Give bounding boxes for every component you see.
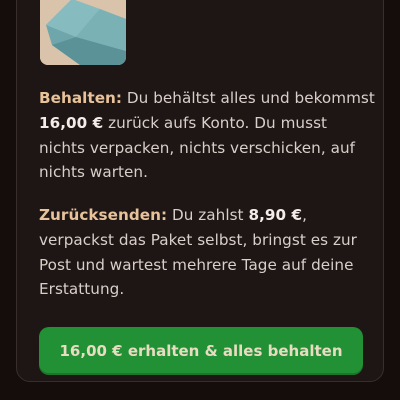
product-thumbnail <box>40 0 126 65</box>
folded-towel-icon <box>40 0 126 65</box>
keep-option-description: Behalten: Du behältst alles und bekommst… <box>39 86 377 185</box>
keep-and-receive-button[interactable]: 16,00 € erhalten & alles behalten <box>39 327 363 375</box>
return-option-description: Zurücksenden: Du zahlst 8,90 €, verpacks… <box>39 203 377 302</box>
keep-option-label: Behalten: <box>39 89 123 107</box>
return-option-text-1: Du zahlst <box>167 206 249 224</box>
return-option-label: Zurücksenden: <box>39 206 168 224</box>
return-option-amount: 8,90 € <box>248 206 303 224</box>
keep-option-text-1: Du behältst alles und bekommst <box>122 89 375 107</box>
offer-card: Behalten: Du behältst alles und bekommst… <box>16 0 384 382</box>
keep-option-amount: 16,00 € <box>39 113 104 132</box>
